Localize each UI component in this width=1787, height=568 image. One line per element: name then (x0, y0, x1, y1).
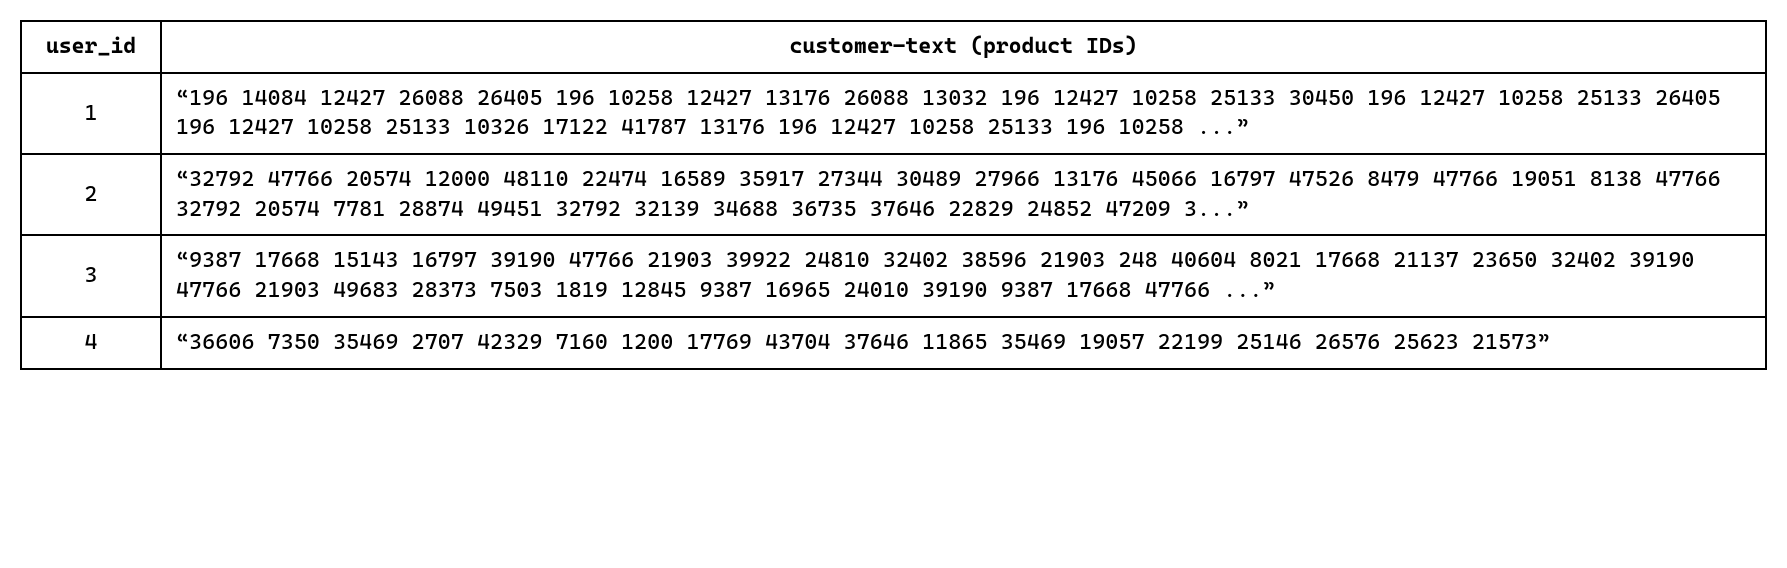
cell-user-id: 1 (21, 73, 161, 154)
cell-customer-text: “32792 47766 20574 12000 48110 22474 165… (161, 154, 1766, 235)
cell-user-id: 4 (21, 317, 161, 369)
cell-customer-text: “36606 7350 35469 2707 42329 7160 1200 1… (161, 317, 1766, 369)
table-row: 4 “36606 7350 35469 2707 42329 7160 1200… (21, 317, 1766, 369)
column-header-user-id: user_id (21, 21, 161, 73)
table-row: 2 “32792 47766 20574 12000 48110 22474 1… (21, 154, 1766, 235)
table-row: 3 “9387 17668 15143 16797 39190 47766 21… (21, 235, 1766, 316)
cell-user-id: 3 (21, 235, 161, 316)
data-table: user_id customer-text (product IDs) 1 “1… (20, 20, 1767, 370)
column-header-customer-text: customer-text (product IDs) (161, 21, 1766, 73)
table-header-row: user_id customer-text (product IDs) (21, 21, 1766, 73)
cell-customer-text: “196 14084 12427 26088 26405 196 10258 1… (161, 73, 1766, 154)
table-row: 1 “196 14084 12427 26088 26405 196 10258… (21, 73, 1766, 154)
cell-user-id: 2 (21, 154, 161, 235)
cell-customer-text: “9387 17668 15143 16797 39190 47766 2190… (161, 235, 1766, 316)
